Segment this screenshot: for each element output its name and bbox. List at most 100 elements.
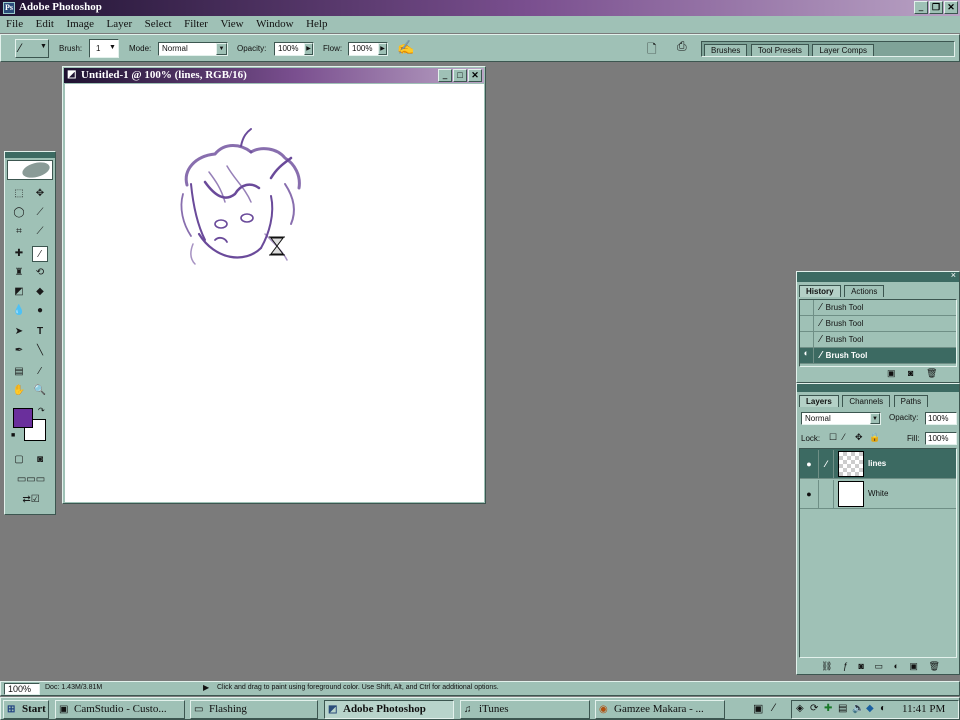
tab-history[interactable]: History: [799, 285, 841, 297]
history-item[interactable]: ⁄ Brush Tool: [800, 300, 956, 316]
app-restore-button[interactable]: ❐: [929, 1, 943, 14]
zoom-tool-icon[interactable]: 🔍: [32, 383, 48, 399]
menu-view[interactable]: View: [220, 18, 243, 30]
new-layer-icon[interactable]: ▣: [909, 661, 918, 671]
quick-mask-icon[interactable]: ◙: [32, 452, 48, 468]
taskbar-button-flashing[interactable]: ▭ Flashing: [190, 700, 318, 719]
airbrush-icon[interactable]: ✍: [397, 39, 414, 56]
new-set-icon[interactable]: ▭: [874, 661, 883, 671]
tray-display-icon[interactable]: ▤: [838, 703, 847, 714]
magic-wand-icon[interactable]: ⟋: [32, 205, 48, 221]
dodge-tool-icon[interactable]: ●: [32, 303, 48, 319]
adjustment-layer-icon[interactable]: ◐: [893, 661, 898, 671]
app-minimize-button[interactable]: _: [914, 1, 928, 14]
pen-tray-icon[interactable]: ⁄: [773, 702, 775, 714]
layer-row-lines[interactable]: ● ⁄ lines: [800, 449, 956, 479]
lock-pixels-icon[interactable]: ⁄: [843, 432, 845, 442]
app-close-button[interactable]: ✕: [944, 1, 958, 14]
tab-layers[interactable]: Layers: [799, 395, 839, 407]
menu-image[interactable]: Image: [67, 18, 94, 30]
quicklaunch-icon[interactable]: ▣: [753, 702, 763, 715]
start-button[interactable]: ⊞ Start: [3, 700, 49, 719]
menu-file[interactable]: File: [6, 18, 23, 30]
path-selection-icon[interactable]: ➤: [11, 324, 27, 340]
menu-edit[interactable]: Edit: [36, 18, 54, 30]
screen-mode-icon[interactable]: ▭▭▭: [11, 472, 51, 488]
opacity-field[interactable]: 100% ▶: [274, 42, 314, 56]
trash-icon[interactable]: 🗑: [926, 368, 937, 378]
layer-opacity-field[interactable]: 100%: [925, 412, 957, 425]
tray-clock[interactable]: 11:41 PM: [902, 703, 945, 715]
type-tool-icon[interactable]: T: [32, 324, 48, 340]
slice-tool-icon[interactable]: ⟋: [32, 224, 48, 240]
layer-row-white[interactable]: ● White: [800, 479, 956, 509]
link-layers-icon[interactable]: ⛓: [821, 661, 832, 671]
tab-channels[interactable]: Channels: [842, 395, 891, 407]
tray-app-icon-3[interactable]: ◐: [880, 703, 886, 714]
tool-preset-picker[interactable]: ⁄ ▼: [15, 39, 49, 58]
lock-all-icon[interactable]: 🔒: [869, 432, 880, 443]
healing-brush-icon[interactable]: ✚: [11, 246, 27, 262]
taskbar-button-camstudio[interactable]: ▣ CamStudio - Custo...: [55, 700, 185, 719]
tab-paths[interactable]: Paths: [893, 395, 929, 407]
tab-tool-presets[interactable]: Tool Presets: [750, 44, 809, 56]
document-minimize-button[interactable]: _: [438, 69, 452, 82]
panel-close-icon[interactable]: ×: [951, 270, 956, 280]
history-item[interactable]: ⁄ Brush Tool: [800, 316, 956, 332]
trash-icon[interactable]: 🗑: [928, 661, 939, 671]
paint-bucket-icon[interactable]: ◆: [32, 284, 48, 300]
fill-field[interactable]: 100%: [925, 432, 957, 445]
tray-app-icon[interactable]: ◈: [796, 703, 804, 714]
snapshot-icon[interactable]: ◙: [908, 368, 913, 378]
notes-tool-icon[interactable]: ▤: [11, 364, 27, 380]
eye-icon[interactable]: ●: [800, 459, 818, 469]
taskbar-button-photoshop[interactable]: ◩ Adobe Photoshop: [324, 700, 454, 719]
taskbar-button-itunes[interactable]: ♫ iTunes: [460, 700, 590, 719]
tray-app-icon-2[interactable]: ◆: [866, 703, 874, 714]
taskbar-button-gamzee[interactable]: ◉ Gamzee Makara - ...: [595, 700, 725, 719]
layer-blend-mode-select[interactable]: Normal ▼: [801, 412, 881, 425]
menu-window[interactable]: Window: [256, 18, 293, 30]
file-browser-icon[interactable]: 🗋: [647, 40, 657, 61]
crop-tool-icon[interactable]: ⌗: [11, 224, 27, 240]
document-close-button[interactable]: ✕: [468, 69, 482, 82]
tab-brushes[interactable]: Brushes: [704, 44, 748, 56]
default-colors-icon[interactable]: ■: [11, 432, 15, 439]
tray-network-icon[interactable]: ⟳: [810, 703, 818, 714]
menu-layer[interactable]: Layer: [107, 18, 133, 30]
lock-position-icon[interactable]: ✥: [855, 432, 863, 443]
menu-select[interactable]: Select: [145, 18, 172, 30]
flow-field[interactable]: 100% ▶: [348, 42, 388, 56]
palette-icon[interactable]: ⎙: [677, 39, 687, 54]
document-maximize-button[interactable]: □: [453, 69, 467, 82]
foreground-color-swatch[interactable]: [13, 408, 33, 428]
adobe-online-icon[interactable]: [7, 159, 53, 181]
mode-select[interactable]: Normal ▼: [158, 42, 228, 56]
lock-transparency-icon[interactable]: ☐: [829, 432, 837, 443]
blur-tool-icon[interactable]: 💧: [11, 303, 27, 319]
jump-to-imageready-icon[interactable]: ⇄☑: [11, 492, 51, 508]
hand-tool-icon[interactable]: ✋: [11, 383, 27, 399]
eraser-tool-icon[interactable]: ◩: [11, 284, 27, 300]
standard-mode-icon[interactable]: ▢: [11, 452, 27, 468]
eyedropper-icon[interactable]: ⁄: [32, 364, 48, 380]
lasso-tool-icon[interactable]: ◯: [11, 205, 27, 221]
menu-filter[interactable]: Filter: [184, 18, 208, 30]
tray-volume-icon[interactable]: 🔈: [852, 703, 864, 714]
status-arrow-icon[interactable]: ▶: [203, 683, 209, 692]
pen-tool-icon[interactable]: ✒: [11, 343, 27, 359]
swap-colors-icon[interactable]: ↷: [38, 406, 45, 415]
clone-stamp-icon[interactable]: ♜: [11, 265, 27, 281]
menu-help[interactable]: Help: [306, 18, 327, 30]
zoom-field[interactable]: 100%: [4, 683, 40, 695]
history-item-current[interactable]: ◐ ⁄ Brush Tool: [800, 348, 956, 364]
line-tool-icon[interactable]: ╲: [32, 343, 48, 359]
tab-actions[interactable]: Actions: [844, 285, 885, 297]
tray-security-icon[interactable]: ✚: [824, 703, 832, 714]
canvas[interactable]: [65, 84, 484, 502]
history-item[interactable]: ⁄ Brush Tool: [800, 332, 956, 348]
new-document-from-state-icon[interactable]: ▣: [887, 368, 896, 378]
move-tool-icon[interactable]: ✥: [32, 186, 48, 202]
marquee-tool-icon[interactable]: ⬚: [11, 186, 27, 202]
tab-layer-comps[interactable]: Layer Comps: [812, 44, 874, 56]
